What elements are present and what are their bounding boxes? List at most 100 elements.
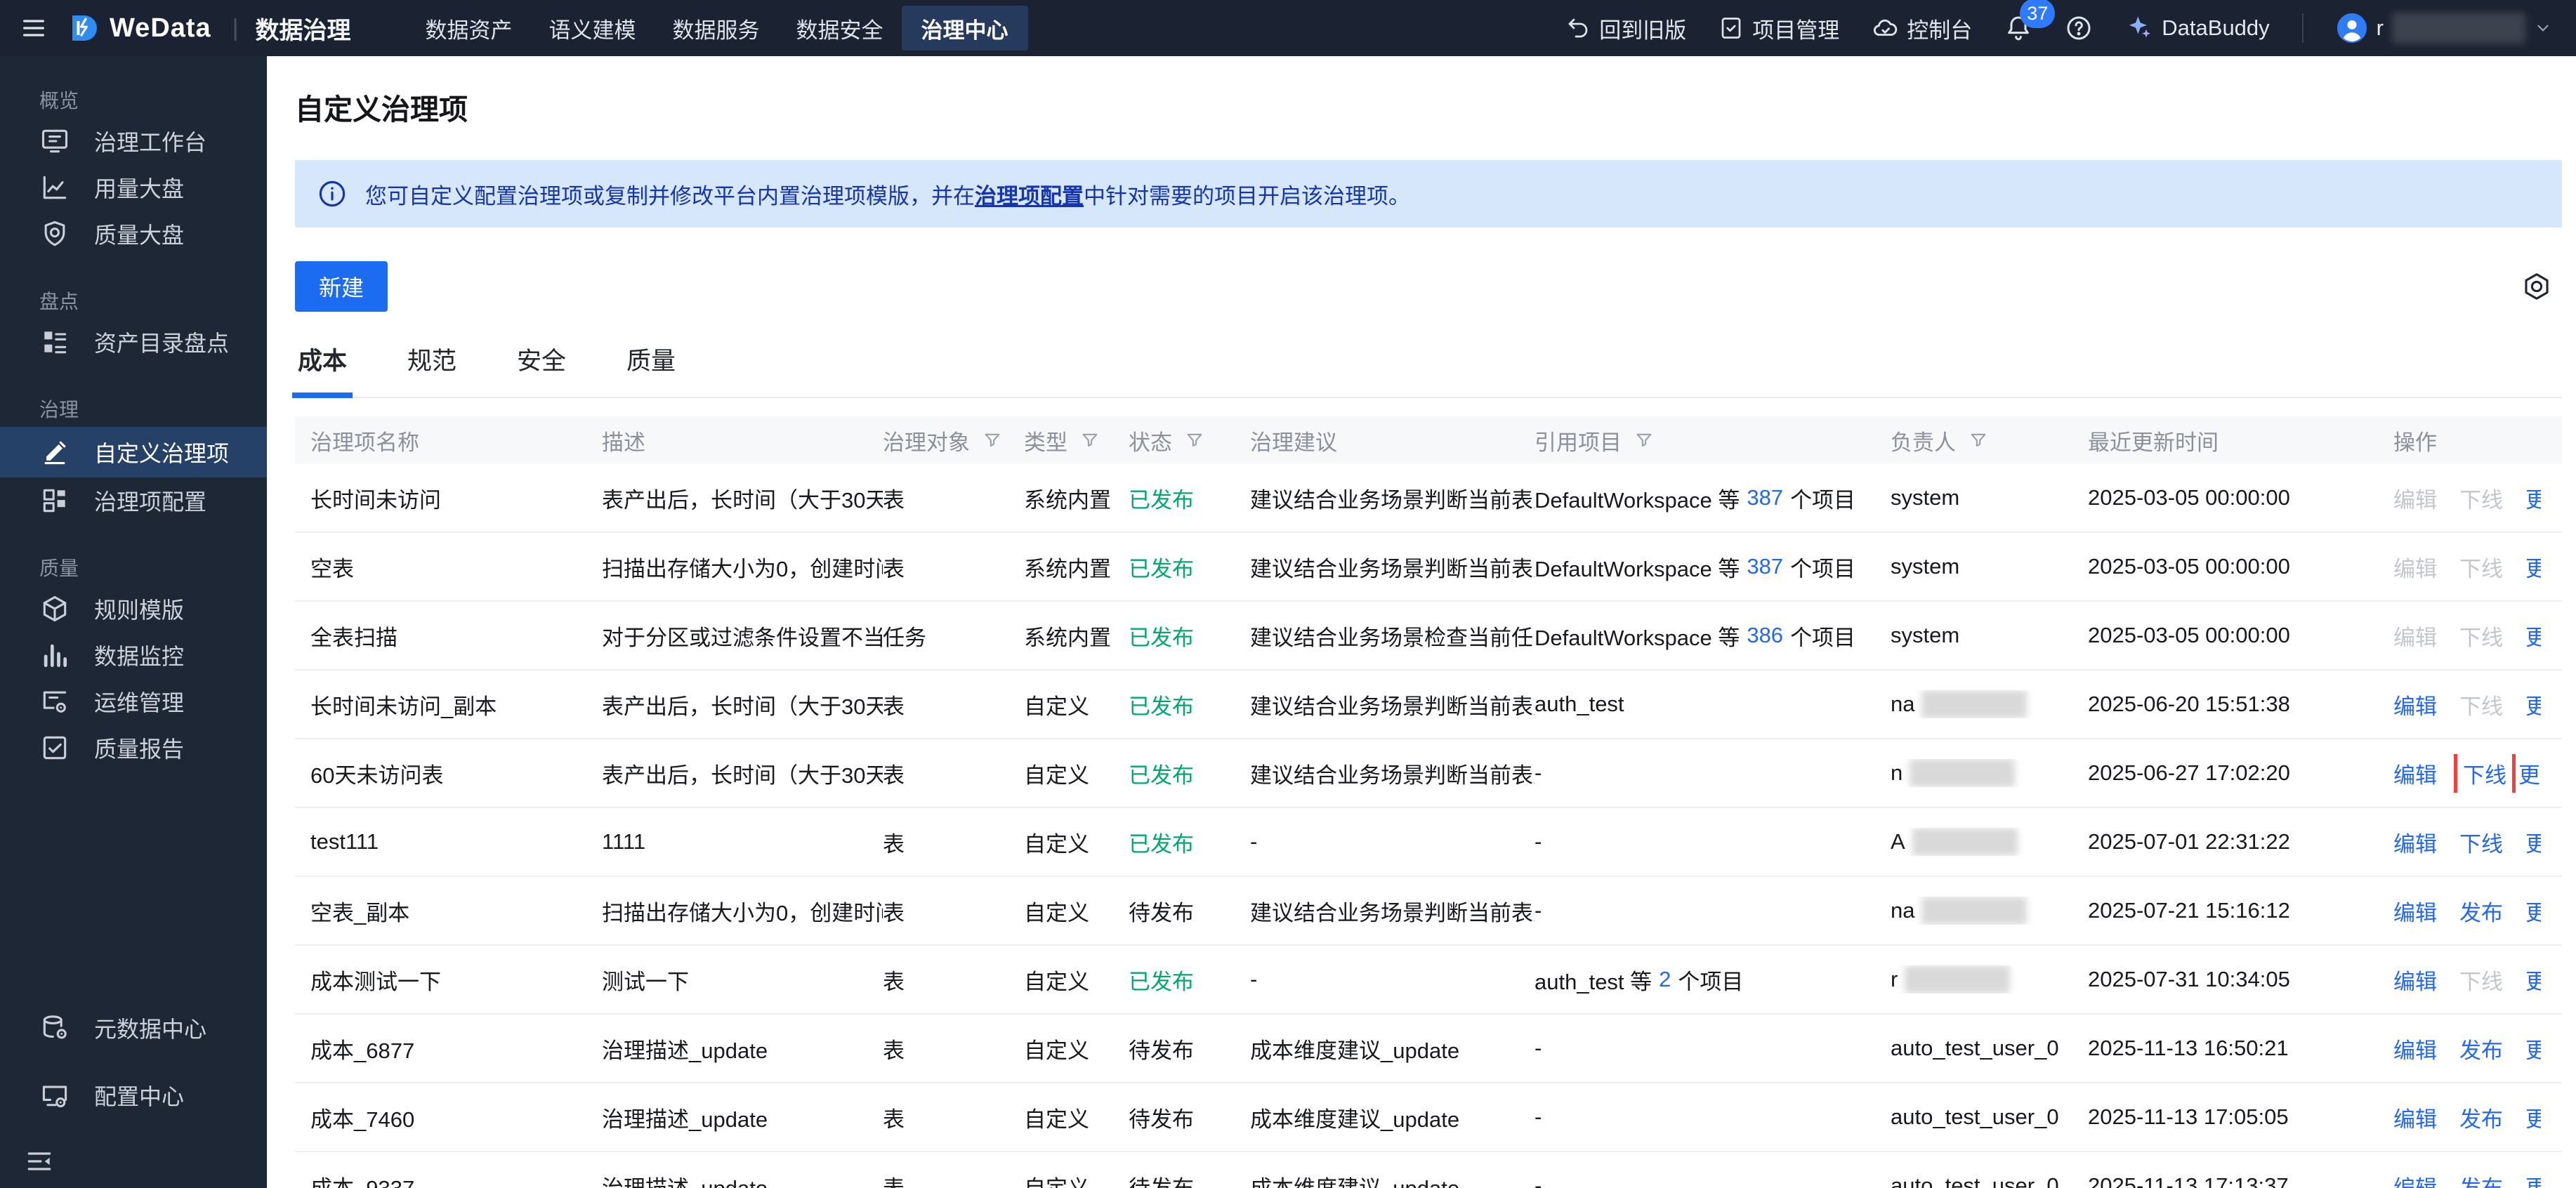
topnav-item-语义建模[interactable]: 语义建模 (531, 0, 655, 56)
tab-成本[interactable]: 成本 (291, 337, 353, 398)
sidebar-collapse-button[interactable] (0, 1135, 267, 1188)
project-management[interactable]: 项目管理 (1719, 13, 1839, 44)
topnav-item-治理中心[interactable]: 治理中心 (901, 6, 1028, 51)
sidebar-item-治理工作台[interactable]: 治理工作台 (0, 118, 267, 164)
sidebar-item-治理项配置[interactable]: 治理项配置 (0, 477, 267, 524)
action-编辑[interactable]: 编辑 (2393, 1170, 2437, 1188)
action-发布[interactable]: 发布 (2459, 895, 2503, 927)
action-发布[interactable]: 发布 (2459, 1033, 2503, 1064)
action-更多[interactable]: 更多 (2518, 758, 2541, 789)
owner-masked (1905, 965, 2011, 994)
create-new-button[interactable]: 新建 (295, 261, 388, 312)
user-name-masked (2392, 13, 2525, 44)
sidebar-item-label: 运维管理 (94, 690, 185, 715)
action-编辑[interactable]: 编辑 (2393, 1102, 2437, 1133)
cell-suggestion: 建议结合业务场景判断当前表是否... (1250, 487, 1535, 513)
ref-project-count[interactable]: 386 (1747, 623, 1783, 648)
sidebar-item-用量大盘[interactable]: 用量大盘 (0, 164, 267, 211)
sidebar-item-资产目录盘点[interactable]: 资产目录盘点 (0, 319, 267, 365)
filter-icon[interactable] (983, 430, 1002, 450)
sidebar-item-数据监控[interactable]: 数据监控 (0, 632, 267, 678)
tab-质量[interactable]: 质量 (624, 337, 678, 397)
action-更多[interactable]: 更多 (2525, 826, 2541, 858)
action-更多[interactable]: 更多 (2525, 551, 2541, 583)
action-更多[interactable]: 更多 (2525, 895, 2541, 927)
cell-owner: system (1891, 554, 1960, 579)
topnav-item-数据安全[interactable]: 数据安全 (778, 0, 902, 56)
cell-description: 扫描出存储大小为0，创建时间大... (602, 900, 883, 925)
filter-icon[interactable] (1969, 430, 1988, 450)
sidebar-item-自定义治理项[interactable]: 自定义治理项 (0, 427, 267, 477)
sidebar-item-配置中心[interactable]: 配置中心 (0, 1062, 267, 1129)
filter-icon[interactable] (1634, 430, 1654, 450)
databuddy-entry[interactable]: DataBuddy (2125, 14, 2270, 42)
cell-type: 系统内置 (1024, 556, 1111, 581)
tab-安全[interactable]: 安全 (514, 337, 569, 397)
action-更多[interactable]: 更多 (2525, 1102, 2541, 1133)
cell-updated-time: 2025-03-05 00:00:00 (2088, 554, 2290, 579)
topbar-right: 回到旧版 项目管理 控制台 37 DataBuddy r (1565, 0, 2576, 44)
cell-actions: 编辑下线更多 (2393, 551, 2541, 583)
sidebar-item-元数据中心[interactable]: 元数据中心 (0, 994, 267, 1062)
action-下线[interactable]: 下线 (2459, 826, 2503, 858)
action-下线[interactable]: 下线 (2463, 763, 2506, 788)
action-编辑[interactable]: 编辑 (2393, 895, 2437, 927)
cell-type: 自定义 (1024, 831, 1089, 857)
cell-suggestion: 建议结合业务场景检查当前任务的... (1250, 625, 1535, 650)
ref-project-count[interactable]: 387 (1747, 554, 1783, 579)
action-更多[interactable]: 更多 (2525, 620, 2541, 652)
action-编辑[interactable]: 编辑 (2393, 826, 2437, 858)
action-编辑[interactable]: 编辑 (2393, 1033, 2437, 1064)
topnav-item-数据服务[interactable]: 数据服务 (655, 0, 778, 56)
brand-divider: | (232, 14, 239, 41)
sidebar-item-label: 质量报告 (94, 737, 185, 762)
sidebar-item-质量报告[interactable]: 质量报告 (0, 725, 267, 771)
topnav-item-数据资产[interactable]: 数据资产 (407, 0, 531, 56)
console-link[interactable]: 控制台 (1872, 13, 1972, 44)
ops-gear-icon (43, 691, 67, 713)
cell-name: 长时间未访问_副本 (310, 694, 497, 719)
sidebar-item-质量大盘[interactable]: 质量大盘 (0, 211, 267, 257)
action-发布[interactable]: 发布 (2459, 1170, 2503, 1188)
cell-name: 空表 (310, 556, 354, 581)
table-row: 成本_7460 治理描述_update 表 自定义 待发布 成本维度建议_update - a… (295, 1083, 2562, 1152)
column-header-类型: 类型 (1024, 425, 1129, 456)
action-编辑[interactable]: 编辑 (2393, 758, 2437, 789)
column-settings-button[interactable] (2521, 271, 2562, 302)
table-row: test111 1111 表 自定义 已发布 - - A 2025-07-01 22:31:22… (295, 808, 2562, 877)
action-更多[interactable]: 更多 (2525, 1170, 2541, 1188)
cell-status: 已发布 (1129, 694, 1194, 719)
user-account[interactable]: r (2336, 12, 2552, 44)
help-button[interactable] (2065, 14, 2093, 42)
action-更多[interactable]: 更多 (2525, 964, 2541, 996)
filter-icon[interactable] (1185, 430, 1204, 450)
banner-link-config[interactable]: 治理项配置 (975, 184, 1084, 209)
cell-updated-time: 2025-03-05 00:00:00 (2088, 485, 2290, 510)
ref-project-count[interactable]: 387 (1747, 485, 1783, 510)
action-更多[interactable]: 更多 (2525, 482, 2541, 514)
metadata-db-icon (43, 1015, 67, 1039)
action-发布[interactable]: 发布 (2459, 1102, 2503, 1133)
sidebar: 概览 治理工作台 用量大盘 质量大盘 盘点 资产目录盘点 治理 自定义治理项 治理项配置 质量 规则… (0, 56, 267, 1188)
notifications-bell[interactable]: 37 (2004, 0, 2056, 42)
sidebar-item-label: 治理项配置 (94, 489, 207, 515)
tab-规范[interactable]: 规范 (405, 337, 459, 397)
sidebar-item-运维管理[interactable]: 运维管理 (0, 678, 267, 725)
cell-object: 表 (883, 1107, 905, 1132)
logo-text: WeData (110, 13, 211, 43)
filter-icon[interactable] (1080, 430, 1100, 450)
sidebar-item-规则模版[interactable]: 规则模版 (0, 586, 267, 632)
action-编辑[interactable]: 编辑 (2393, 964, 2437, 996)
ref-project-count[interactable]: 2 (1659, 967, 1671, 992)
back-to-old-version[interactable]: 回到旧版 (1565, 13, 1686, 44)
cell-status: 已发布 (1129, 487, 1194, 513)
menu-hamburger-icon[interactable] (0, 14, 66, 42)
table-row: 成本_9337 治理描述_update 表 自定义 待发布 成本维度建议_update - a… (295, 1152, 2562, 1188)
action-编辑[interactable]: 编辑 (2393, 689, 2437, 720)
action-更多[interactable]: 更多 (2525, 689, 2541, 720)
cell-status: 待发布 (1129, 1107, 1194, 1132)
cell-ref-projects: DefaultWorkspace 等 387 个项目 (1535, 485, 1856, 513)
cell-ref-projects: - (1535, 829, 1542, 854)
action-更多[interactable]: 更多 (2525, 1033, 2541, 1064)
cell-description: 治理描述_update (602, 1038, 768, 1063)
